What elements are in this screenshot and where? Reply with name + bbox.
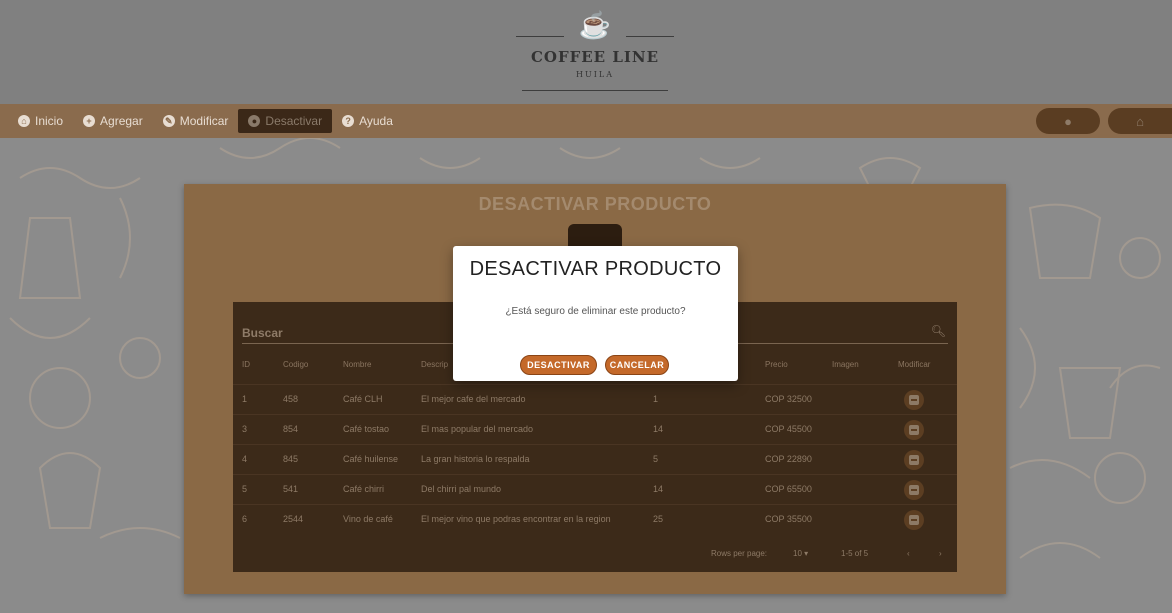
navbar: ⌂ Inicio + Agregar ✎ Modificar ● Desacti…	[0, 104, 1172, 138]
nav-item-desactivar[interactable]: ● Desactivar	[238, 109, 333, 133]
edit-icon	[909, 425, 919, 435]
cell-nombre: Café tostao	[343, 424, 390, 434]
table-row[interactable]: 6 2544 Vino de café El mejor vino que po…	[233, 504, 957, 534]
nav-label: Inicio	[35, 114, 64, 128]
cell-precio: COP 65500	[765, 484, 812, 494]
cell-id: 3	[242, 424, 248, 434]
nav-label: Agregar	[100, 114, 143, 128]
confirm-dialog: DESACTIVAR PRODUCTO ¿Está seguro de elim…	[453, 246, 738, 381]
cell-cantidad: 14	[653, 424, 664, 434]
panel-title: DESACTIVAR PRODUCTO	[478, 194, 712, 214]
pencil-icon: ✎	[162, 115, 175, 127]
dialog-message: ¿Está seguro de eliminar este producto?	[505, 306, 686, 317]
cell-id: 4	[242, 454, 248, 464]
cell-descripcion: El mejor vino que podras encontrar en la…	[421, 514, 611, 524]
column-header-precio[interactable]: Precio	[765, 360, 788, 369]
rows-per-page-label: Rows per page:	[711, 549, 768, 558]
cell-cantidad: 1	[653, 394, 659, 404]
nav-item-ayuda[interactable]: ? Ayuda	[332, 109, 403, 133]
rows-per-page-value: 10	[793, 549, 802, 558]
cell-precio: COP 45500	[765, 424, 812, 434]
cell-id: 1	[242, 394, 248, 404]
cell-codigo: 854	[283, 424, 299, 434]
cell-cantidad: 14	[653, 484, 664, 494]
chevron-down-icon: ▾	[804, 549, 809, 558]
table-pagination: Rows per page: 10 ▾ 1-5 of 5 ‹ ›	[233, 545, 957, 565]
logo-divider	[626, 36, 674, 37]
cell-descripcion: Del chirri pal mundo	[421, 484, 502, 494]
table-row[interactable]: 3 854 Café tostao El mas popular del mer…	[233, 414, 957, 444]
dialog-title: DESACTIVAR PRODUCTO	[469, 258, 722, 280]
cell-descripcion: El mas popular del mercado	[421, 424, 534, 434]
pagination-range: 1-5 of 5	[841, 549, 869, 558]
home-icon: ⌂	[1136, 113, 1144, 129]
edit-icon	[909, 515, 919, 525]
cell-descripcion: La gran historia lo respalda	[421, 454, 530, 464]
cell-id: 5	[242, 484, 248, 494]
cell-nombre: Café chirri	[343, 484, 385, 494]
cell-descripcion: El mejor cafe del mercado	[421, 394, 526, 404]
cell-cantidad: 5	[653, 454, 659, 464]
edit-icon	[909, 455, 919, 465]
header: ☕ COFFEE LINE HUILA	[0, 0, 1172, 104]
table-row[interactable]: 5 541 Café chirri Del chirri pal mundo 1…	[233, 474, 957, 504]
edit-icon	[909, 485, 919, 495]
cell-precio: COP 32500	[765, 394, 812, 404]
logo-name: COFFEE LINE	[530, 48, 660, 66]
column-header-imagen[interactable]: Imagen	[832, 360, 859, 369]
search-label: Buscar	[242, 326, 283, 340]
logo: ☕ COFFEE LINE HUILA	[512, 10, 678, 94]
column-header-modificar[interactable]: Modificar	[898, 360, 930, 369]
cancel-button[interactable]: CANCELAR	[605, 355, 669, 375]
toggle-icon: ●	[248, 115, 261, 127]
column-header-codigo[interactable]: Codigo	[283, 360, 308, 369]
nav-label: Modificar	[179, 114, 229, 128]
edit-icon	[909, 395, 919, 405]
edit-button[interactable]	[904, 480, 924, 500]
cell-cantidad: 25	[653, 514, 664, 524]
search-icon[interactable]: 🔍︎	[931, 324, 946, 338]
home-button[interactable]: ⌂	[1108, 108, 1172, 134]
user-button[interactable]: ●	[1036, 108, 1100, 134]
chevron-left-icon[interactable]: ‹	[907, 549, 910, 558]
cell-nombre: Vino de café	[343, 514, 393, 524]
rows-per-page-select[interactable]: 10 ▾	[793, 549, 808, 558]
cell-nombre: Café CLH	[343, 394, 383, 404]
cell-nombre: Café huilense	[343, 454, 399, 464]
nav-right: ● ⌂	[1036, 108, 1172, 134]
nav-item-modificar[interactable]: ✎ Modificar	[153, 109, 239, 133]
nav-item-agregar[interactable]: + Agregar	[73, 109, 153, 133]
cell-codigo: 845	[283, 454, 299, 464]
cell-codigo: 541	[283, 484, 299, 494]
cell-precio: COP 35500	[765, 514, 812, 524]
table-row[interactable]: 4 845 Café huilense La gran historia lo …	[233, 444, 957, 474]
nav-label: Ayuda	[359, 114, 393, 128]
chevron-right-icon[interactable]: ›	[939, 549, 942, 558]
logo-subtitle: HUILA	[576, 70, 614, 79]
user-icon: ●	[1064, 113, 1072, 129]
cell-id: 6	[242, 514, 248, 524]
logo-divider	[516, 36, 564, 37]
plus-circle-icon: +	[83, 115, 96, 127]
column-header-id[interactable]: ID	[242, 360, 250, 369]
column-header-descripcion[interactable]: Descrip	[421, 360, 448, 369]
column-header-nombre[interactable]: Nombre	[343, 360, 371, 369]
edit-button[interactable]	[904, 390, 924, 410]
edit-button[interactable]	[904, 510, 924, 530]
table-row[interactable]: 1 458 Café CLH El mejor cafe del mercado…	[233, 384, 957, 414]
cell-codigo: 2544	[283, 514, 304, 524]
nav-label: Desactivar	[265, 114, 323, 128]
edit-button[interactable]	[904, 450, 924, 470]
nav-item-inicio[interactable]: ⌂ Inicio	[8, 109, 73, 133]
deactivate-button[interactable]: DESACTIVAR	[520, 355, 597, 375]
cell-precio: COP 22890	[765, 454, 812, 464]
home-icon: ⌂	[18, 115, 30, 127]
logo-underline	[522, 90, 668, 91]
help-icon: ?	[342, 115, 355, 127]
edit-button[interactable]	[904, 420, 924, 440]
cell-codigo: 458	[283, 394, 299, 404]
